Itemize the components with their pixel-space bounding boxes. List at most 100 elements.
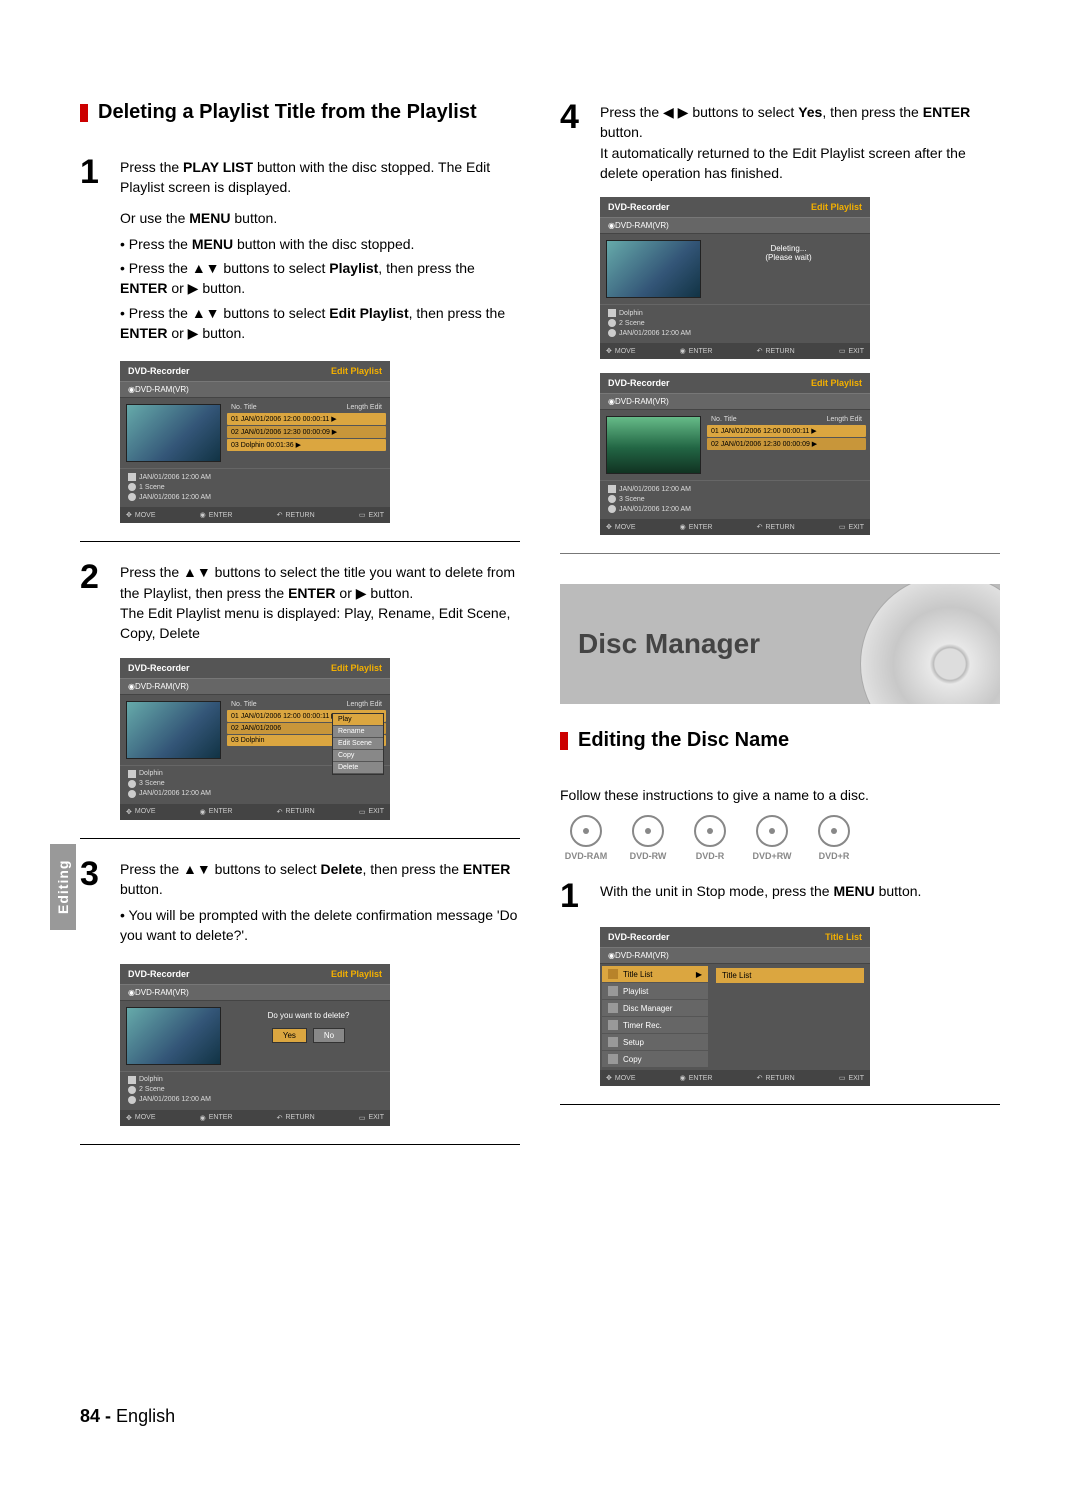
step-num-3: 3 (80, 857, 108, 891)
t: • Press the ▲▼ buttons to select (120, 305, 329, 321)
t: , then press the (378, 260, 475, 276)
disc-icon (570, 815, 602, 847)
scene-icon (608, 319, 616, 327)
disc-manager-banner: Disc Manager (560, 584, 1000, 704)
ctx-play: Play (333, 714, 383, 726)
ss-title: DVD-Recorder (128, 366, 190, 376)
page-footer: 84 - English (80, 1406, 175, 1427)
heading-text: Deleting a Playlist Title from the Playl… (98, 100, 477, 125)
step-3-text: Press the ▲▼ buttons to select Delete, t… (120, 857, 520, 950)
t: Deleting... (711, 244, 866, 253)
step-num-1b: 1 (560, 879, 588, 913)
step-1-disc: 1 With the unit in Stop mode, press the … (560, 879, 1000, 913)
step-1-text: Press the PLAY LIST button with the disc… (120, 155, 520, 347)
ss-thumb-dolphin (126, 701, 221, 759)
t: button. (120, 881, 163, 897)
t: 2 Scene (139, 1086, 165, 1093)
ctx-delete: Delete (333, 762, 383, 774)
intro-text: Follow these instructions to give a name… (560, 783, 1000, 805)
menu-title-list: Title List▶ (602, 966, 708, 982)
left-column: Deleting a Playlist Title from the Playl… (80, 100, 520, 1163)
ss-title: DVD-Recorder (608, 932, 670, 942)
no-button: No (313, 1028, 345, 1043)
t: No. Title (711, 416, 827, 423)
t: Length Edit (347, 701, 382, 708)
ss-footer: ✥ MOVE◉ ENTER↶ RETURN▭ EXIT (600, 519, 870, 535)
t: Dolphin (619, 310, 643, 317)
enter-hint: ◉ ENTER (200, 511, 233, 519)
t: DVD-RAM(VR) (615, 397, 669, 406)
divider (80, 541, 520, 542)
t: JAN/01/2006 12:00 AM (139, 1096, 211, 1103)
screenshot-main-menu: DVD-Recorder Title List ◉ DVD-RAM(VR) Tit… (600, 927, 870, 1086)
disc-type-r: DVD-R (684, 815, 736, 861)
heading-deleting: Deleting a Playlist Title from the Playl… (80, 100, 520, 125)
screenshot-delete-confirm: DVD-RecorderEdit Playlist ◉ DVD-RAM(VR) … (120, 964, 390, 1126)
t: JAN/01/2006 12:00 AM (619, 330, 691, 337)
t: DVD-RW (630, 851, 667, 861)
step-1b-text: With the unit in Stop mode, press the ME… (600, 879, 921, 901)
ss-mode: Edit Playlist (811, 202, 862, 212)
t: or ▶ button. (167, 280, 245, 296)
t: Length Edit (827, 416, 862, 423)
t: PLAY LIST (183, 159, 253, 175)
step-2-text: Press the ▲▼ buttons to select the title… (120, 560, 520, 643)
ss-footer: ✥ MOVE◉ ENTER↶ RETURN▭ EXIT (120, 1110, 390, 1126)
step-3: 3 Press the ▲▼ buttons to select Delete,… (80, 857, 520, 950)
copy-icon (608, 1054, 618, 1064)
t: Copy (623, 1055, 642, 1064)
ss-sub: ◉ DVD-RAM(VR) (600, 947, 870, 964)
t: It automatically returned to the Edit Pl… (600, 145, 966, 181)
step-4: 4 Press the ◀ ▶ buttons to select Yes, t… (560, 100, 1000, 183)
bullet: • Press the ▲▼ buttons to select Edit Pl… (120, 303, 520, 344)
clock-icon (128, 790, 136, 798)
return-hint: ↶ RETURN (277, 511, 315, 519)
menu-setup: Setup (602, 1034, 708, 1050)
ss-sub: ◉ DVD-RAM(VR) (120, 381, 390, 398)
t: button. (231, 210, 278, 226)
t: DVD-RAM(VR) (615, 951, 669, 960)
calendar-icon (608, 485, 616, 493)
t: Timer Rec. (623, 1021, 662, 1030)
ctx-rename: Rename (333, 726, 383, 738)
t: • Press the ▲▼ buttons to select (120, 260, 329, 276)
t: JAN/01/2006 12:00 AM (619, 506, 691, 513)
red-bar-icon (560, 732, 568, 750)
t: 3 Scene (139, 780, 165, 787)
ss-mode: Title List (825, 932, 862, 942)
disc-graphic-icon (860, 584, 1000, 704)
step-num-2: 2 (80, 560, 108, 594)
submenu-title-list: Title List (716, 968, 864, 983)
t: MENU (192, 236, 233, 252)
ss-footer: ✥ MOVE◉ ENTER↶ RETURN▭ EXIT (600, 1070, 870, 1086)
ss-meta: JAN/01/2006 12:00 AM 3 Scene JAN/01/2006… (600, 480, 870, 519)
list-row: 02 JAN/01/2006 12:30 00:00:09 ▶ (707, 438, 866, 450)
t: DVD-RAM(VR) (135, 385, 189, 394)
t: Yes (798, 104, 822, 120)
disc-type-ram: DVD-RAM (560, 815, 612, 861)
bullet: • You will be prompted with the delete c… (120, 905, 520, 946)
ss-mode: Edit Playlist (331, 969, 382, 979)
t: • Press the (120, 236, 192, 252)
t: Setup (623, 1038, 644, 1047)
ss-thumb-dolphin (126, 404, 221, 462)
scene-icon (128, 1086, 136, 1094)
t: JAN/01/2006 12:00 AM (619, 486, 691, 493)
t: Playlist (623, 987, 648, 996)
t: Edit Playlist (329, 305, 408, 321)
side-tab-editing: Editing (50, 844, 76, 930)
t: Playlist (329, 260, 378, 276)
list-row: 01 JAN/01/2006 12:00 00:00:11 ▶ (707, 425, 866, 437)
t: Title List (722, 971, 752, 980)
ctx-copy: Copy (333, 750, 383, 762)
ss-mode: Edit Playlist (811, 378, 862, 388)
scene-icon (128, 780, 136, 788)
t: ENTER (923, 104, 970, 120)
ss-sub: ◉ DVD-RAM(VR) (600, 393, 870, 410)
t: Dolphin (139, 1076, 163, 1083)
t: Disc Manager (623, 1004, 672, 1013)
t: , then press the (363, 861, 463, 877)
ss-sub: ◉ DVD-RAM(VR) (120, 678, 390, 695)
t: Length Edit (347, 404, 382, 411)
divider (80, 1144, 520, 1145)
